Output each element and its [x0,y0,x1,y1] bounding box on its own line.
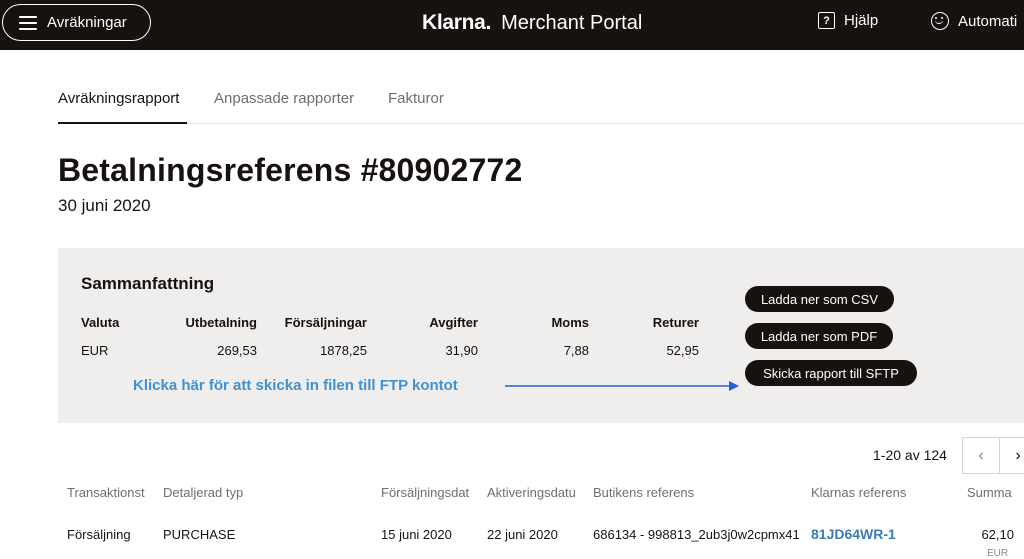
chevron-left-icon: ‹ [978,446,984,464]
summary-currency-value: EUR [81,343,109,358]
summary-col-fees: Avgifter [429,315,478,330]
download-pdf-button[interactable]: Ladda ner som PDF [745,323,893,349]
column-header-store-reference[interactable]: Butikens referens [593,485,793,500]
brand: Klarna. Merchant Portal [422,11,642,35]
hamburger-icon [19,15,37,30]
help-label: Hjälp [844,12,879,29]
automation-label: Automati [958,12,1018,30]
klarna-reference-link[interactable]: 81JD64WR-1 [811,526,911,542]
pagination-info: 1-20 av 124 [873,447,947,463]
cell-amount: 62,10 [981,527,1014,542]
cell-amount-currency: EUR [987,548,1009,559]
top-bar: Avräkningar Klarna. Merchant Portal ? Hj… [0,0,1024,50]
page-date: 30 juni 2020 [58,196,151,215]
sftp-hint-annotation: Klicka här för att skicka in filen till … [133,377,458,394]
summary-col-returns: Returer [652,315,699,330]
menu-button[interactable]: Avräkningar [2,4,151,41]
summary-returns-value: 52,95 [666,343,699,358]
page-title: Betalningsreferens #80902772 [58,152,523,188]
summary-vat-value: 7,88 [563,343,589,358]
summary-payout-value: 269,53 [217,343,257,358]
tab-custom-reports[interactable]: Anpassade rapporter [214,90,354,124]
tab-invoices[interactable]: Fakturor [388,90,444,124]
column-header-detailed-type[interactable]: Detaljerad typ [163,485,283,500]
cell-transaction-type: Försäljning [67,527,131,542]
summary-heading: Sammanfattning [81,274,215,293]
portal-title: Merchant Portal [501,12,643,34]
column-header-klarna-reference[interactable]: Klarnas referens [811,485,908,500]
column-header-amount[interactable]: Summa [967,485,1017,500]
summary-panel: Sammanfattning Valuta Utbetalning Försäl… [58,248,1024,423]
menu-button-label: Avräkningar [47,14,127,31]
cell-store-reference: 686134 - 998813_2ub3j0w2cpmx41 [593,527,799,542]
tab-settlement-report[interactable]: Avräkningsrapport [58,90,187,124]
next-page-button[interactable]: › [999,437,1024,474]
arrow-right-icon [505,381,739,391]
summary-col-vat: Moms [551,315,589,330]
report-tabs: Avräkningsrapport Anpassade rapporter Fa… [58,90,1024,124]
column-header-sale-date[interactable]: Försäljningsdat [381,485,474,500]
help-icon: ? [818,12,835,29]
previous-page-button[interactable]: ‹ [962,437,1000,474]
summary-col-sales: Försäljningar [284,315,367,330]
send-sftp-button[interactable]: Skicka rapport till SFTP [745,360,917,386]
klarna-logo: Klarna. [422,11,492,34]
cell-detailed-type: PURCHASE [163,527,236,542]
summary-sales-value: 1878,25 [320,343,367,358]
chevron-right-icon: › [1015,446,1021,464]
summary-col-payout: Utbetalning [185,315,258,330]
cell-activation-date: 22 juni 2020 [487,527,558,542]
help-link[interactable]: ? Hjälp [818,12,878,29]
column-header-transaction-type[interactable]: Transaktionst [67,485,154,500]
summary-fees-value: 31,90 [445,343,478,358]
download-csv-button[interactable]: Ladda ner som CSV [745,286,894,312]
summary-col-currency: Valuta [81,315,120,330]
cell-sale-date: 15 juni 2020 [381,527,452,542]
column-header-activation-date[interactable]: Aktiveringsdatu [487,485,582,500]
smiley-icon [931,12,949,30]
automation-link[interactable]: Automati [931,12,1017,30]
